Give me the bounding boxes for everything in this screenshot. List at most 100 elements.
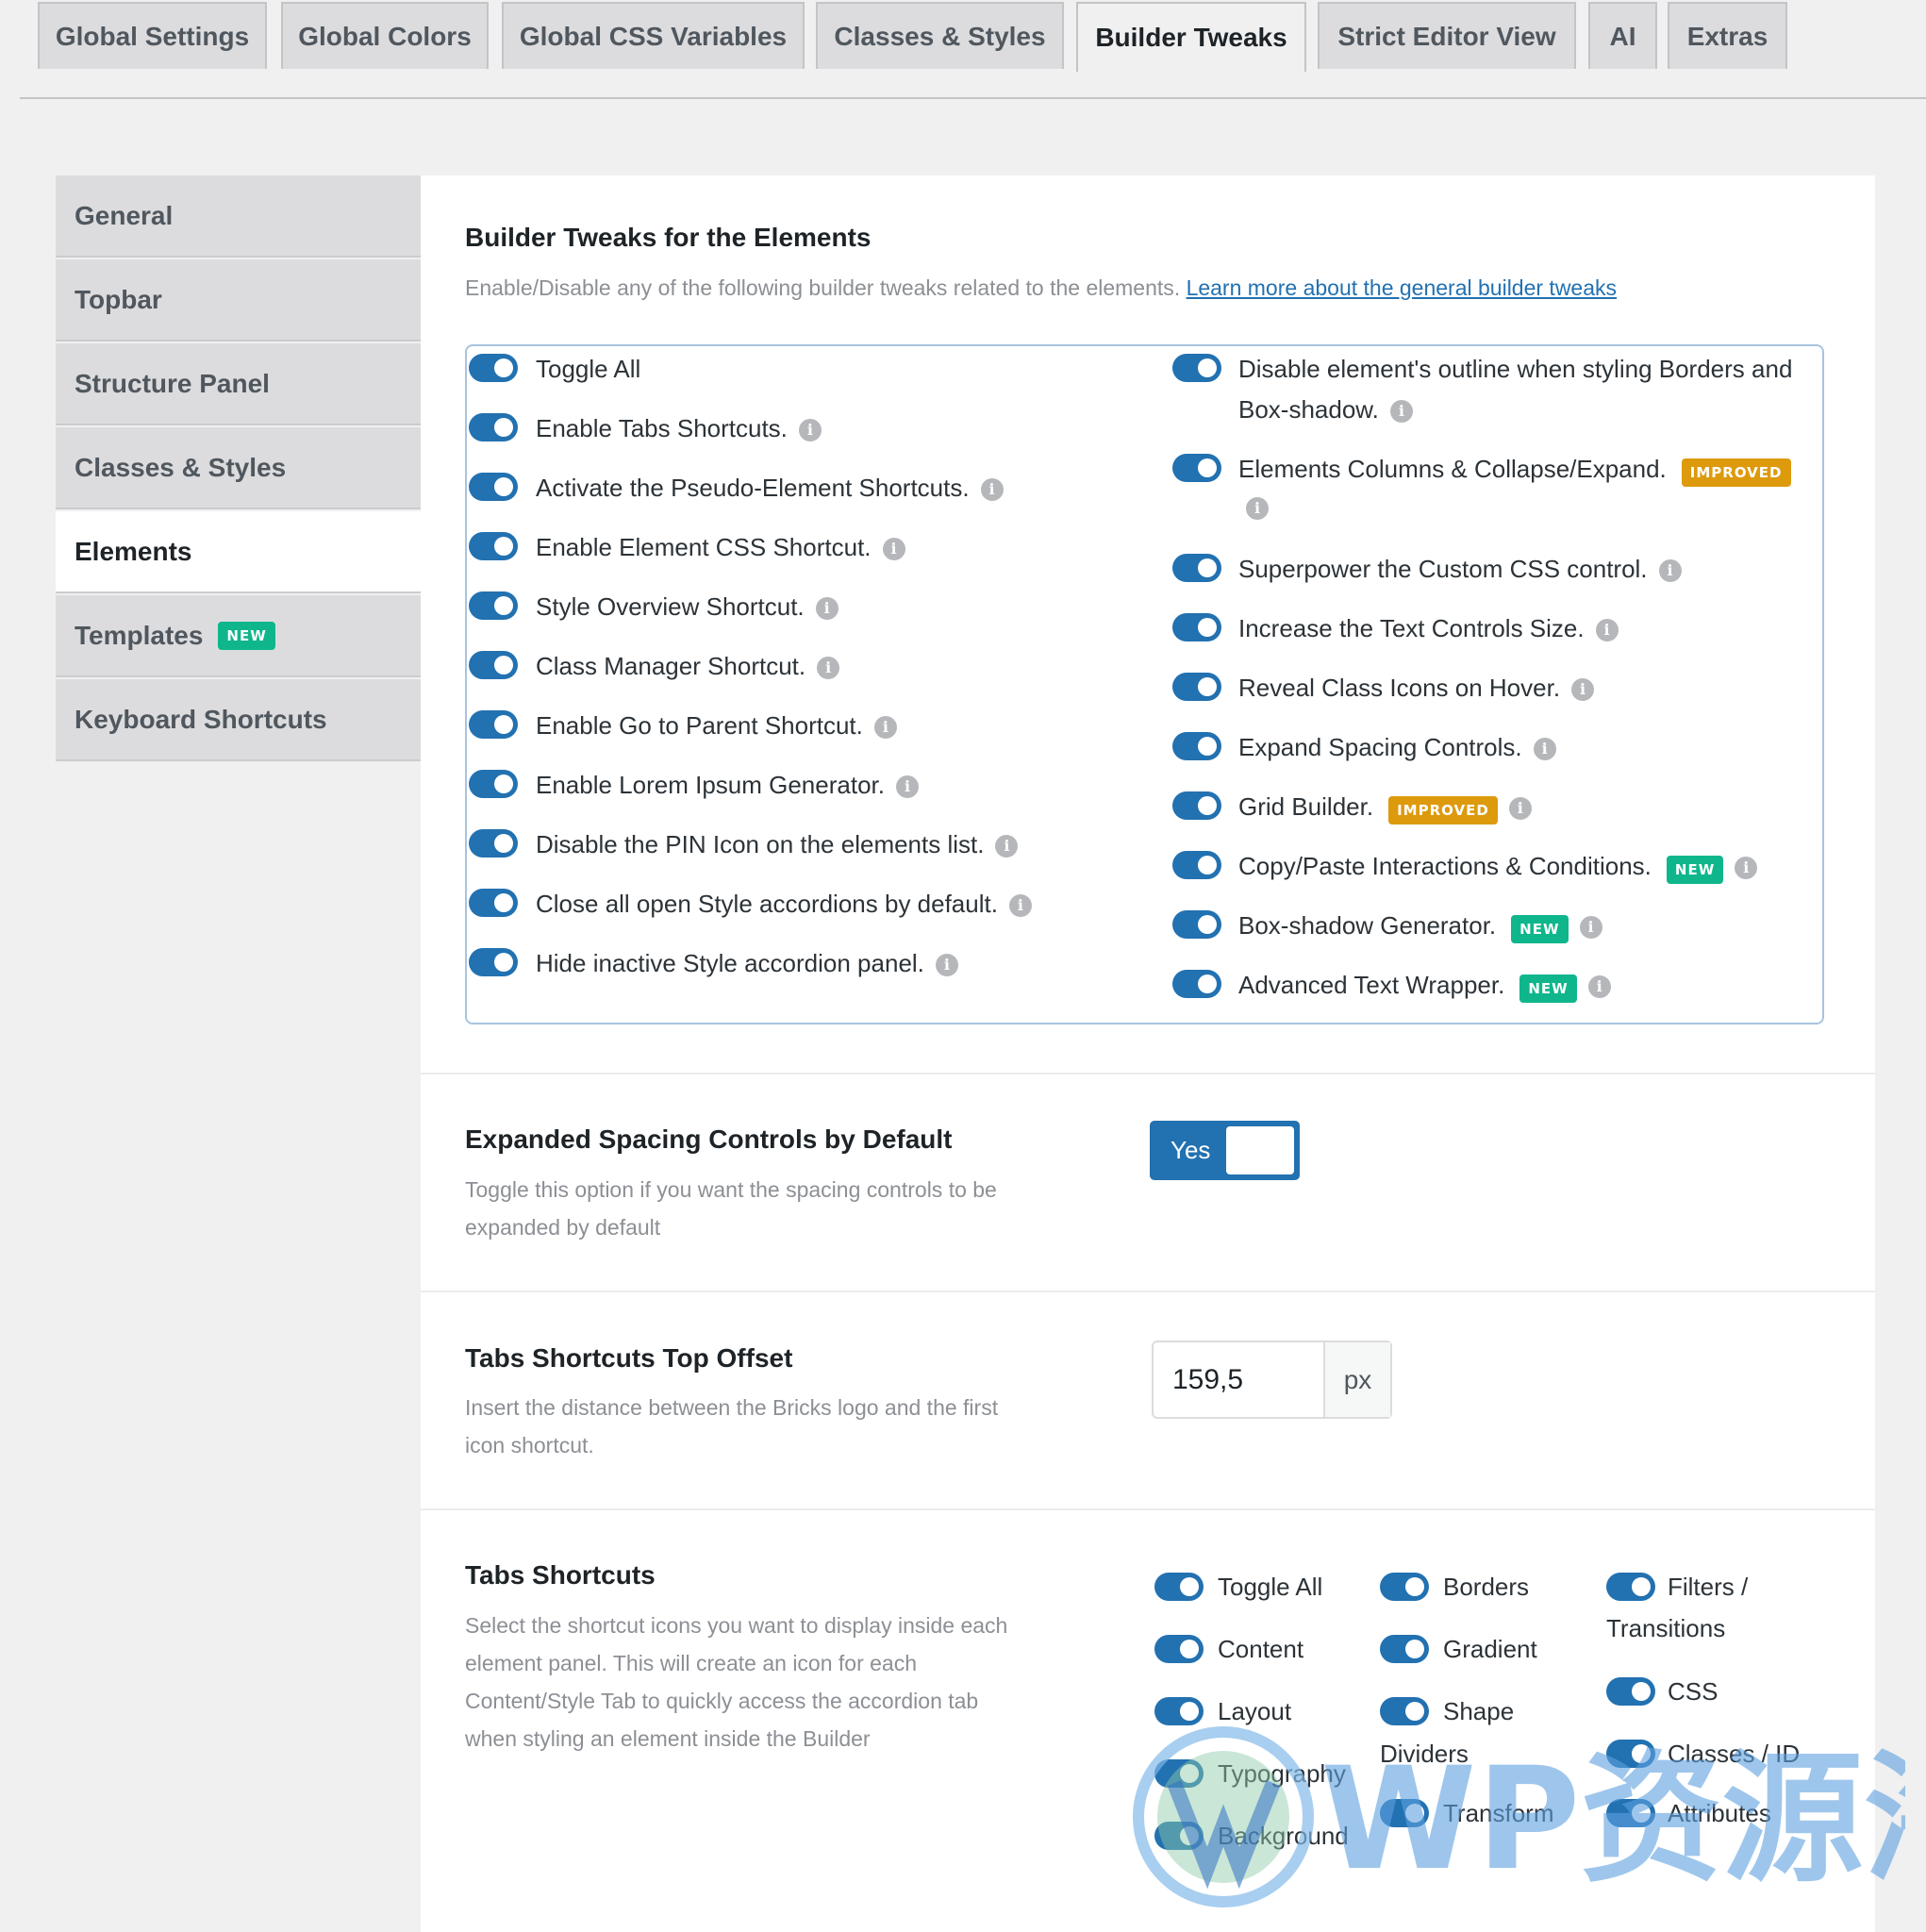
class-manager-switch[interactable]	[469, 651, 518, 679]
tweak-row: Elements Columns & Collapse/Expand. IMPRO…	[1238, 452, 1791, 487]
text-wrapper-switch[interactable]	[1172, 970, 1221, 998]
shortcut-label: Background	[1218, 1822, 1349, 1850]
sidebar-item-general[interactable]: General	[56, 175, 421, 258]
tweak-label: Increase the Text Controls Size.	[1238, 614, 1585, 642]
expand-spacing-switch[interactable]	[1172, 732, 1221, 760]
tweak-row: Close all open Style accordions by defau…	[536, 887, 1032, 921]
info-icon[interactable]: i	[995, 835, 1019, 858]
tab-ai[interactable]: AI	[1588, 2, 1657, 69]
tweak-row: Reveal Class Icons on Hover. i	[1238, 671, 1595, 705]
go-to-parent-switch[interactable]	[469, 710, 518, 739]
tweak-row: Expand Spacing Controls. i	[1238, 730, 1556, 764]
info-icon[interactable]: i	[1595, 619, 1619, 642]
sidebar-item-structure-panel[interactable]: Structure Panel	[56, 343, 421, 425]
text-controls-switch[interactable]	[1172, 613, 1221, 641]
tabs-shortcuts-switch[interactable]	[469, 413, 518, 441]
tab-strict-editor-view[interactable]: Strict Editor View	[1318, 2, 1576, 69]
pseudo-element-switch[interactable]	[469, 473, 518, 501]
class-icons-switch[interactable]	[1172, 673, 1221, 701]
shortcut-attributes-switch[interactable]	[1606, 1799, 1655, 1827]
tab-classes-styles[interactable]: Classes & Styles	[816, 2, 1064, 69]
copy-paste-switch[interactable]	[1172, 851, 1221, 879]
expanded-spacing-desc-1: Toggle this option if you want the spaci…	[465, 1177, 997, 1202]
info-icon[interactable]: i	[895, 775, 919, 799]
info-icon[interactable]: i	[1735, 857, 1758, 880]
section-divider	[421, 1508, 1875, 1510]
tab-global-settings[interactable]: Global Settings	[38, 2, 267, 69]
lorem-ipsum-switch[interactable]	[469, 770, 518, 798]
tabs-offset-input[interactable]: 159,5 px	[1152, 1341, 1392, 1419]
columns-collapse-switch[interactable]	[1172, 454, 1221, 482]
tabs-shortcuts-desc-1: Select the shortcut icons you want to di…	[465, 1613, 1008, 1638]
info-icon[interactable]: i	[1389, 400, 1413, 424]
close-accordions-switch[interactable]	[469, 889, 518, 917]
sidebar-item-keyboard-shortcuts[interactable]: Keyboard Shortcuts	[56, 679, 421, 761]
info-icon[interactable]: i	[1579, 916, 1602, 940]
tweak-row: Activate the Pseudo-Element Shortcuts. i	[536, 471, 1004, 505]
offset-value[interactable]: 159,5	[1172, 1342, 1243, 1417]
custom-css-switch[interactable]	[1172, 554, 1221, 582]
tweak-row: Copy/Paste Interactions & Conditions. NEW…	[1238, 849, 1758, 884]
info-icon[interactable]: i	[873, 716, 897, 740]
info-icon[interactable]: i	[815, 597, 838, 621]
shortcut-shape-dividers-switch[interactable]	[1380, 1697, 1429, 1725]
tab-builder-tweaks[interactable]: Builder Tweaks	[1076, 2, 1306, 72]
shortcut-layout-switch[interactable]	[1154, 1697, 1204, 1725]
style-overview-switch[interactable]	[469, 591, 518, 620]
info-icon[interactable]: i	[1587, 975, 1611, 999]
info-icon[interactable]: i	[882, 538, 905, 561]
shortcut-label: Shape	[1443, 1697, 1515, 1725]
shortcut-gradient-switch[interactable]	[1380, 1635, 1429, 1663]
info-icon[interactable]: i	[1008, 894, 1032, 918]
tweak-row: Advanced Text Wrapper. NEW i	[1238, 968, 1611, 1003]
expanded-spacing-toggle[interactable]: Yes	[1150, 1121, 1300, 1180]
info-icon[interactable]: i	[1246, 497, 1269, 521]
outline-switch[interactable]	[1172, 354, 1221, 382]
shortcut-filters-switch[interactable]	[1606, 1573, 1655, 1601]
info-icon[interactable]: i	[1533, 738, 1556, 761]
grid-builder-switch[interactable]	[1172, 791, 1221, 820]
shortcut-toggle-all-switch[interactable]	[1154, 1573, 1204, 1601]
shortcut-classes-id-switch[interactable]	[1606, 1740, 1655, 1768]
info-icon[interactable]: i	[798, 419, 822, 442]
sidebar-item-label: Keyboard Shortcuts	[75, 704, 327, 734]
box-shadow-switch[interactable]	[1172, 910, 1221, 939]
tab-global-colors[interactable]: Global Colors	[281, 2, 489, 69]
info-icon[interactable]: i	[1571, 678, 1595, 702]
tab-label: Global CSS Variables	[519, 21, 788, 51]
tab-label: Global Settings	[55, 21, 250, 51]
info-icon[interactable]: i	[980, 478, 1004, 502]
info-icon[interactable]: i	[1508, 797, 1532, 821]
sidebar-item-templates[interactable]: Templates NEW	[56, 595, 421, 677]
shortcut-typography-switch[interactable]	[1154, 1759, 1204, 1788]
sidebar-item-classes-styles[interactable]: Classes & Styles	[56, 427, 421, 509]
offset-unit: px	[1323, 1342, 1390, 1417]
shortcut-background-switch[interactable]	[1154, 1822, 1204, 1850]
toggle-all-switch[interactable]	[469, 354, 518, 382]
new-badge: NEW	[1519, 974, 1577, 1003]
info-icon[interactable]: i	[817, 657, 840, 680]
shortcut-css-switch[interactable]	[1606, 1677, 1655, 1706]
shortcut-borders-switch[interactable]	[1380, 1573, 1429, 1601]
tab-label: Strict Editor View	[1337, 21, 1556, 51]
sidebar-item-label: Topbar	[75, 284, 162, 314]
info-icon[interactable]: i	[935, 954, 958, 977]
shortcut-content-switch[interactable]	[1154, 1635, 1204, 1663]
shortcut-transform-switch[interactable]	[1380, 1799, 1429, 1827]
section-description: Enable/Disable any of the following buil…	[465, 269, 1617, 307]
shortcut-label: Borders	[1443, 1573, 1530, 1601]
section-title: Builder Tweaks for the Elements	[465, 223, 872, 252]
sidebar-item-topbar[interactable]: Topbar	[56, 259, 421, 341]
tab-extras[interactable]: Extras	[1668, 2, 1787, 69]
sidebar-item-elements[interactable]: Elements	[56, 511, 421, 593]
element-css-switch[interactable]	[469, 532, 518, 560]
tab-global-css-variables[interactable]: Global CSS Variables	[502, 2, 805, 69]
info-icon[interactable]: i	[1658, 559, 1682, 583]
tweak-label: Disable element's outline when styling B…	[1238, 355, 1793, 383]
description-text: Enable/Disable any of the following buil…	[465, 275, 1181, 300]
tweak-label: Elements Columns & Collapse/Expand.	[1238, 455, 1667, 483]
shortcut-label: Transitions	[1606, 1614, 1726, 1642]
pin-icon-switch[interactable]	[469, 829, 518, 858]
hide-inactive-switch[interactable]	[469, 948, 518, 976]
learn-more-link[interactable]: Learn more about the general builder twe…	[1187, 275, 1617, 300]
